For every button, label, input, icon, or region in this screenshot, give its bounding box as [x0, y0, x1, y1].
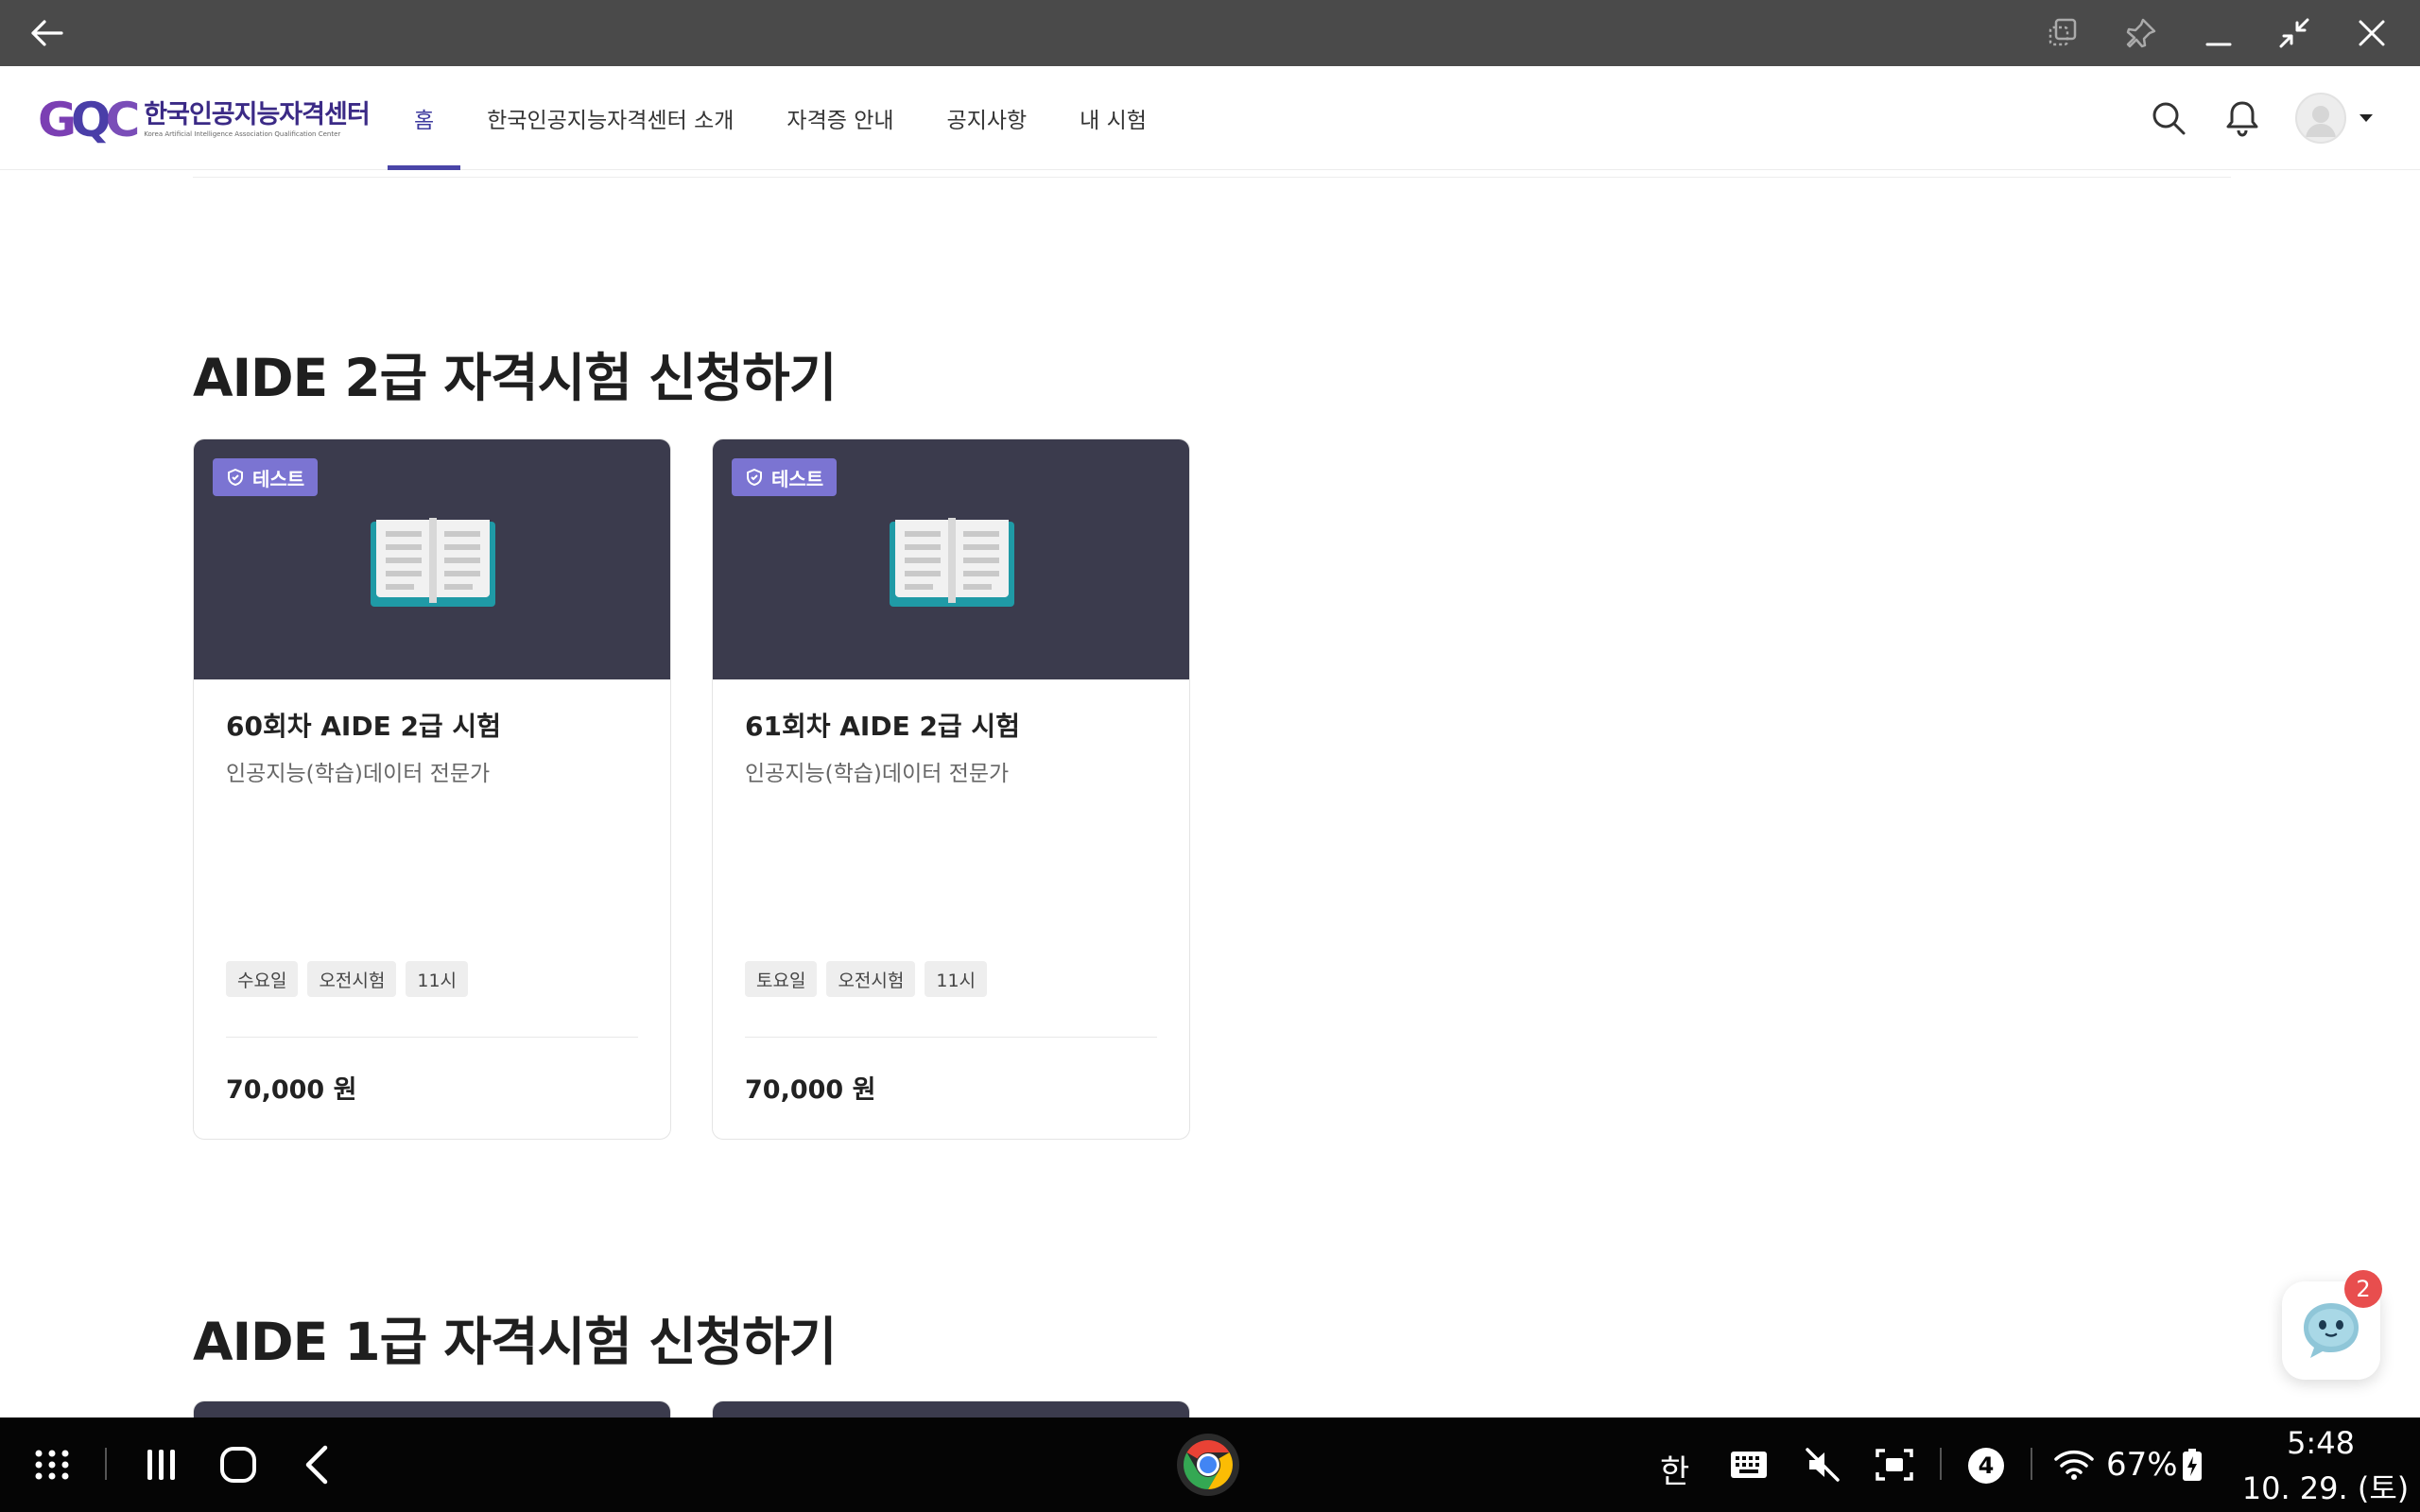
shield-icon: [228, 468, 243, 487]
ime-indicator[interactable]: 한: [1660, 1446, 1689, 1492]
separator: [1940, 1448, 1942, 1480]
pin-icon[interactable]: [2118, 9, 2165, 57]
mute-icon[interactable]: [1800, 1444, 1845, 1486]
nav-about[interactable]: 한국인공지능자격센터 소개: [460, 66, 760, 170]
card-divider: [226, 1037, 638, 1038]
tag-session: 오전시험: [307, 961, 397, 997]
nav-my-exams[interactable]: 내 시험: [1053, 66, 1173, 170]
separator: [105, 1448, 107, 1480]
test-badge: 테스트: [213, 458, 319, 496]
tag-day: 토요일: [745, 961, 818, 997]
clock-date: 10. 29. (토): [2241, 1470, 2410, 1506]
minimize-icon[interactable]: [2195, 9, 2242, 57]
card-tags: 토요일 오전시험 11시: [745, 961, 996, 997]
screenshot-icon[interactable]: [1872, 1444, 1917, 1486]
card-price: 70,000 원: [226, 1075, 357, 1105]
back-icon[interactable]: [295, 1444, 340, 1486]
nav-notices[interactable]: 공지사항: [921, 66, 1054, 170]
split-window-icon[interactable]: [2040, 9, 2087, 57]
logo-title: 한국인공지능자격센터: [144, 100, 370, 129]
battery-charging-icon: [2178, 1444, 2206, 1486]
profile-dropdown-icon[interactable]: [2360, 114, 2373, 122]
bell-icon[interactable]: [2221, 97, 2263, 139]
card-tags: 수요일 오전시험 11시: [226, 961, 477, 997]
divider: [193, 177, 2231, 178]
battery-percentage: 67%: [2106, 1446, 2178, 1484]
nav-home[interactable]: 홈: [388, 66, 461, 170]
book-icon: [890, 518, 1014, 607]
window-title-bar: [0, 0, 2420, 66]
tag-day: 수요일: [226, 961, 299, 997]
back-arrow-icon[interactable]: [23, 9, 70, 57]
tag-time: 11시: [925, 961, 988, 997]
card-title: 61회차 AIDE 2급 시험: [745, 711, 1020, 742]
app-drawer-icon[interactable]: [28, 1444, 76, 1486]
section-title-aide2: AIDE 2급 자격시험 신청하기: [193, 348, 837, 408]
exam-card[interactable]: 테스트 60회차 AIDE 2급 시험 인공지능(학습)데이터 전문가 수요일 …: [193, 438, 671, 1140]
chatbot-icon: [2304, 1303, 2359, 1358]
card-thumbnail: 테스트: [194, 439, 670, 679]
card-price: 70,000 원: [745, 1075, 876, 1105]
tag-time: 11시: [406, 961, 469, 997]
section-title-aide1: AIDE 1급 자격시험 신청하기: [193, 1312, 837, 1372]
card-title: 60회차 AIDE 2급 시험: [226, 711, 501, 742]
close-icon[interactable]: [2348, 9, 2395, 57]
site-header: GQC 한국인공지능자격센터 Korea Artificial Intellig…: [0, 66, 2420, 170]
clock-time: 5:48: [2287, 1425, 2355, 1461]
card-divider: [745, 1037, 1157, 1038]
main-nav: 홈 한국인공지능자격센터 소개 자격증 안내 공지사항 내 시험: [388, 66, 1173, 170]
wifi-icon[interactable]: [2053, 1444, 2095, 1486]
avatar[interactable]: [2295, 93, 2346, 144]
keyboard-icon[interactable]: [1726, 1444, 1772, 1486]
separator: [2031, 1448, 2032, 1480]
book-icon: [371, 518, 495, 607]
chat-notification-badge: 2: [2344, 1270, 2382, 1308]
home-icon[interactable]: [216, 1444, 261, 1486]
test-badge: 테스트: [732, 458, 838, 496]
exam-card[interactable]: 테스트 61회차 AIDE 2급 시험 인공지능(학습)데이터 전문가 토요일 …: [712, 438, 1190, 1140]
logo-mark: GQC: [38, 93, 140, 147]
shield-icon: [747, 468, 762, 487]
site-logo[interactable]: GQC 한국인공지능자격센터 Korea Artificial Intellig…: [38, 93, 371, 147]
nav-certificates[interactable]: 자격증 안내: [760, 66, 920, 170]
card-subtitle: 인공지능(학습)데이터 전문가: [745, 762, 1010, 786]
notification-count[interactable]: 4: [1968, 1448, 2004, 1484]
card-thumbnail: 테스트: [713, 439, 1189, 679]
logo-subtitle: Korea Artificial Intelligence Associatio…: [144, 130, 341, 138]
search-icon[interactable]: [2148, 97, 2189, 139]
chrome-icon[interactable]: [1176, 1433, 1240, 1497]
tag-session: 오전시험: [826, 961, 916, 997]
system-navigation-bar: 한 4 67% 5:48 10. 29. (토): [0, 1418, 2420, 1512]
card-subtitle: 인공지능(학습)데이터 전문가: [226, 762, 491, 786]
restore-window-icon[interactable]: [2271, 9, 2318, 57]
recent-apps-icon[interactable]: [138, 1444, 183, 1486]
